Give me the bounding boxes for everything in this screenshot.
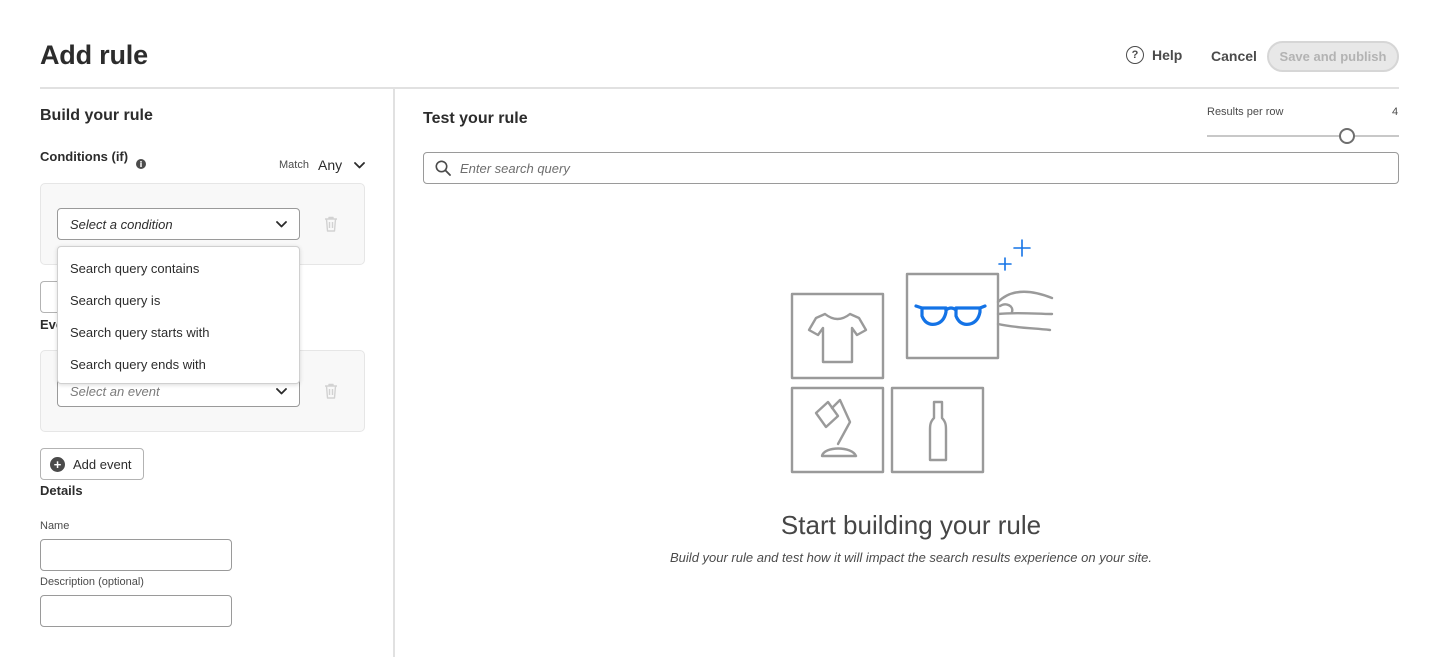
condition-select-value: Select a condition — [70, 216, 173, 232]
name-field[interactable] — [40, 539, 232, 571]
empty-state-illustration — [790, 239, 1054, 474]
header-divider — [40, 87, 1399, 89]
name-label: Name — [40, 520, 70, 532]
add-circle-icon: + — [50, 456, 65, 472]
trash-icon[interactable] — [324, 216, 338, 232]
sparkle-icon — [998, 239, 1031, 271]
save-and-publish-button[interactable]: Save and publish — [1267, 41, 1399, 72]
panel-divider — [393, 89, 395, 657]
event-select-value: Select an event — [70, 383, 160, 399]
help-circle-icon: ? — [1126, 46, 1144, 64]
results-per-row-slider-handle[interactable] — [1339, 128, 1355, 144]
condition-option-starts-with[interactable]: Search query starts with — [58, 316, 299, 348]
empty-state-title: Start building your rule — [780, 510, 1042, 540]
chevron-down-icon — [276, 387, 287, 394]
conditions-label: Conditions (if) — [40, 149, 129, 164]
empty-state-subtitle: Build your rule and test how it will imp… — [670, 550, 1152, 565]
condition-option-is[interactable]: Search query is — [58, 284, 299, 316]
trash-icon[interactable] — [324, 383, 338, 399]
condition-option-ends-with[interactable]: Search query ends with — [58, 348, 299, 380]
help-button[interactable]: ? Help — [1126, 46, 1182, 64]
results-per-row-slider-track[interactable] — [1207, 135, 1399, 137]
bottle-icon — [928, 400, 948, 462]
condition-select[interactable]: Select a condition — [57, 208, 300, 240]
events-label: Events (then) — [40, 317, 58, 332]
results-per-row-value: 4 — [1392, 106, 1399, 118]
match-value: Any — [318, 157, 343, 173]
results-per-row-label: Results per row — [1207, 106, 1284, 118]
details-heading: Details — [40, 483, 83, 498]
chevron-down-icon — [276, 220, 287, 227]
search-box[interactable] — [423, 152, 1399, 184]
build-rule-heading: Build your rule — [40, 107, 153, 124]
tshirt-frame — [790, 292, 885, 380]
description-field[interactable] — [40, 595, 232, 627]
match-picker[interactable]: Any — [318, 157, 366, 173]
tshirt-icon — [807, 312, 868, 364]
lamp-frame — [790, 386, 885, 474]
condition-option-contains[interactable]: Search query contains — [58, 252, 299, 284]
glasses-icon — [914, 304, 987, 326]
match-label: Match — [279, 159, 309, 171]
info-icon[interactable]: i — [136, 159, 146, 169]
cancel-button[interactable]: Cancel — [1211, 48, 1257, 64]
add-event-label: Add event — [73, 456, 132, 472]
description-label: Description (optional) — [40, 576, 144, 588]
test-rule-heading: Test your rule — [423, 110, 528, 127]
search-input[interactable] — [460, 160, 1360, 176]
help-label: Help — [1152, 47, 1183, 63]
chevron-down-icon — [354, 161, 366, 168]
add-event-button[interactable]: + Add event — [40, 448, 144, 480]
condition-dropdown-menu: Search query contains Search query is Se… — [57, 246, 300, 384]
search-icon — [435, 160, 451, 176]
page-title: Add rule — [40, 40, 148, 70]
